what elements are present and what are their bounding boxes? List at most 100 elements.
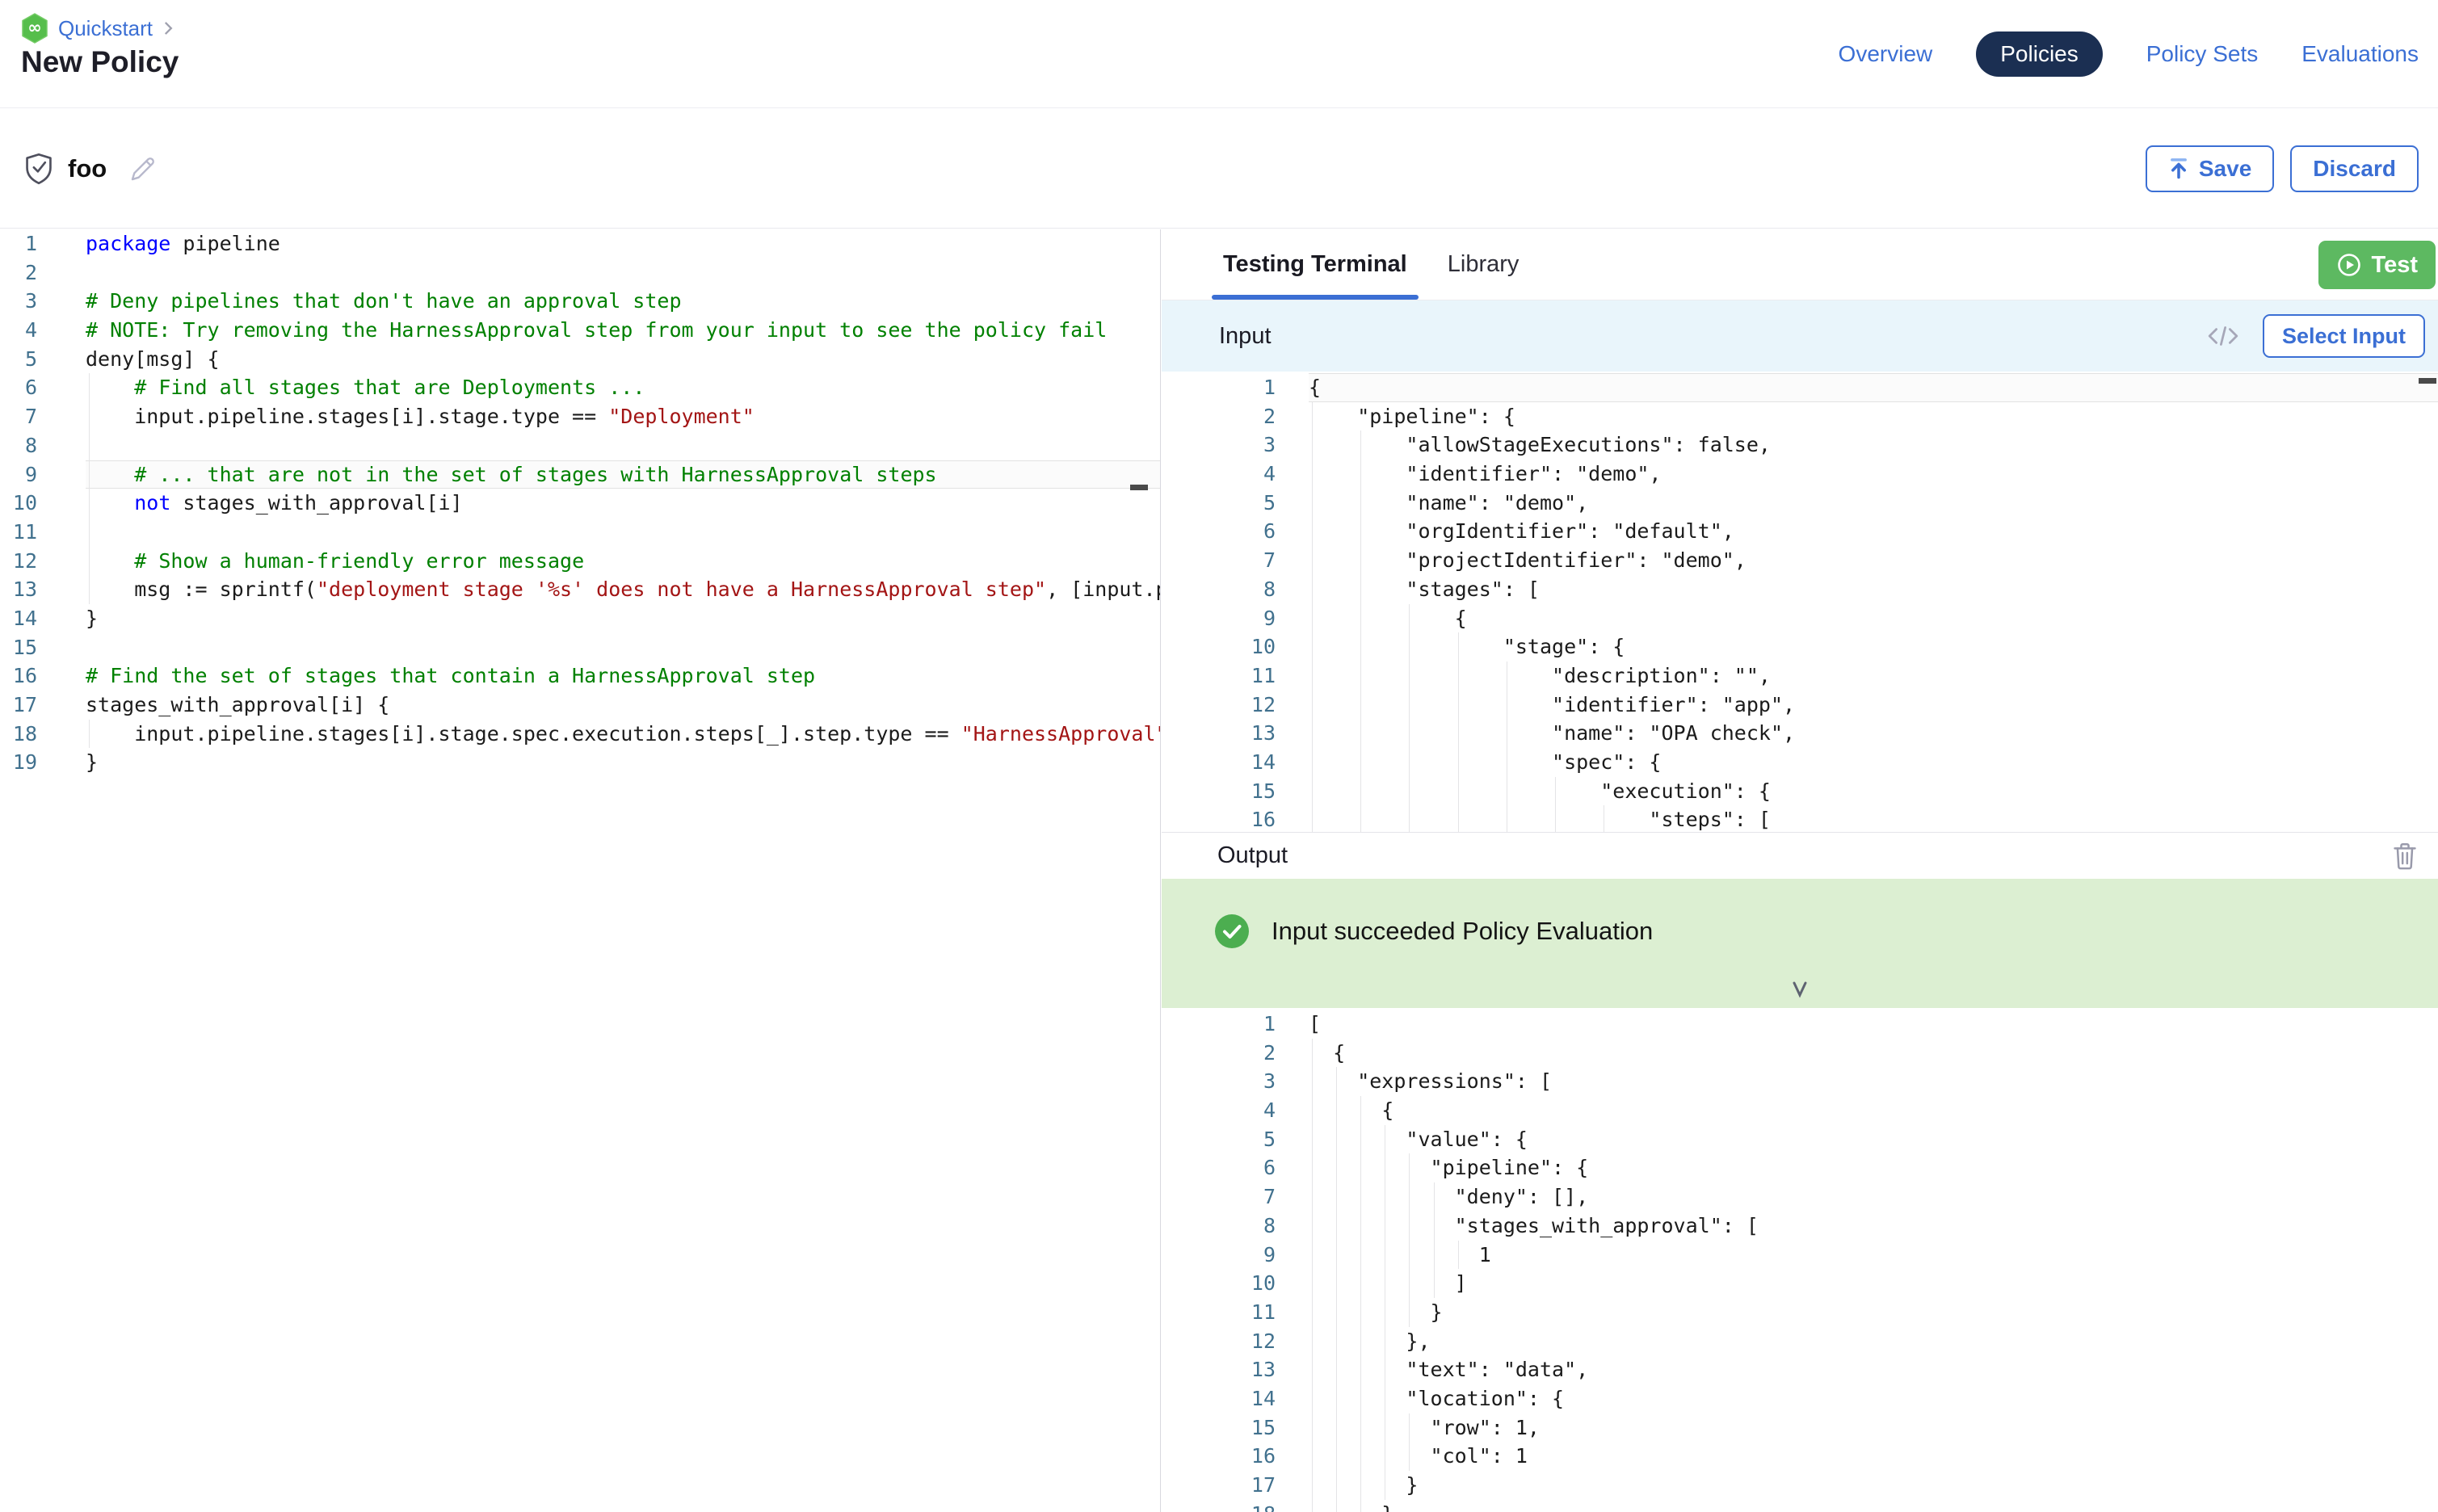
line-number: 1 <box>1162 1010 1276 1039</box>
collapse-banner-button[interactable] <box>1162 981 2438 1000</box>
code-line <box>86 633 1160 662</box>
indent-guide <box>1336 1471 1337 1500</box>
line-number: 2 <box>0 258 37 288</box>
code-line: "stages_with_approval": [ <box>1309 1212 2438 1241</box>
code-line <box>86 518 1160 547</box>
code-view-icon[interactable] <box>2206 323 2240 349</box>
main-content: 12345678910111213141516171819package pip… <box>0 229 2438 1512</box>
code-line: package pipeline <box>86 229 1160 258</box>
line-number-gutter: 12345678910111213141516171819 <box>0 229 71 777</box>
code-line: } <box>86 748 1160 777</box>
page-title: New Policy <box>21 45 179 79</box>
indent-guide <box>1312 402 1313 431</box>
indent-guide <box>1360 719 1361 748</box>
indent-guide <box>1360 632 1361 662</box>
indent-guide <box>1360 604 1361 633</box>
test-output-editor[interactable]: 123456789101112131415161718[ { "expressi… <box>1162 1008 2438 1512</box>
tab-testing-terminal[interactable]: Testing Terminal <box>1212 229 1419 300</box>
testing-terminal-pane: Testing Terminal Library Test Input Sele… <box>1162 229 2438 1512</box>
test-button[interactable]: Test <box>2318 241 2436 289</box>
indent-guide <box>89 489 90 518</box>
indent-guide <box>1312 748 1313 777</box>
save-button[interactable]: Save <box>2146 145 2274 192</box>
indent-guide <box>1360 517 1361 546</box>
select-input-button[interactable]: Select Input <box>2263 314 2425 358</box>
indent-guide <box>1434 1182 1435 1212</box>
line-number: 15 <box>1162 1413 1276 1443</box>
indent-guide <box>1312 1413 1313 1443</box>
indent-guide <box>1312 1442 1313 1471</box>
code-line: } <box>86 604 1160 633</box>
code-line: "expressions": [ <box>1309 1067 2438 1096</box>
line-number: 15 <box>1162 777 1276 806</box>
line-number: 9 <box>1162 1241 1276 1270</box>
line-number: 2 <box>1162 402 1276 431</box>
indent-guide <box>1336 1067 1337 1096</box>
code-line: "execution": { <box>1309 777 2438 806</box>
line-number: 15 <box>0 633 37 662</box>
line-number: 9 <box>0 460 37 489</box>
line-number: 16 <box>0 662 37 691</box>
indent-guide <box>1312 604 1313 633</box>
code-line: "stages": [ <box>1309 575 2438 604</box>
test-input-editor[interactable]: 12345678910111213141516{ "pipeline": { "… <box>1162 372 2438 832</box>
indent-guide <box>1458 662 1459 691</box>
indent-guide <box>1312 1039 1313 1068</box>
tab-policies[interactable]: Policies <box>1976 32 2102 77</box>
indent-guide <box>1360 575 1361 604</box>
indent-guide <box>1360 546 1361 575</box>
overview-ruler-mark <box>2419 378 2436 384</box>
code-line: input.pipeline.stages[i].stage.spec.exec… <box>86 720 1160 749</box>
code-line: } <box>1309 1500 2438 1512</box>
indent-guide <box>1336 1212 1337 1241</box>
policy-shield-icon <box>24 153 53 185</box>
indent-guide <box>1312 546 1313 575</box>
line-number: 9 <box>1162 604 1276 633</box>
tab-evaluations[interactable]: Evaluations <box>2301 32 2419 77</box>
indent-guide <box>89 402 90 431</box>
code-line: { <box>1309 373 2438 402</box>
line-number: 8 <box>1162 575 1276 604</box>
policy-editor-pane: 12345678910111213141516171819package pip… <box>0 229 1161 1512</box>
breadcrumb-project-link[interactable]: Quickstart <box>58 16 153 41</box>
indent-guide <box>1312 1500 1313 1512</box>
terminal-tabs: Testing Terminal Library Test <box>1162 229 2438 300</box>
tab-policy-sets[interactable]: Policy Sets <box>2146 32 2259 77</box>
indent-guide <box>1409 1241 1410 1270</box>
policy-code-editor[interactable]: 12345678910111213141516171819package pip… <box>0 229 1160 777</box>
edit-name-icon[interactable] <box>128 153 158 184</box>
indent-guide <box>1409 691 1410 720</box>
clear-output-button[interactable] <box>2393 842 2417 870</box>
evaluation-success-banner: Input succeeded Policy Evaluation <box>1162 879 2438 1008</box>
line-number: 4 <box>1162 460 1276 489</box>
indent-guide <box>1360 691 1361 720</box>
tab-overview[interactable]: Overview <box>1839 32 1933 77</box>
code-line: "stage": { <box>1309 632 2438 662</box>
code-line: stages_with_approval[i] { <box>86 691 1160 720</box>
line-number-gutter: 12345678910111213141516 <box>1162 373 1276 832</box>
policy-toolbar: foo Save Discard <box>0 109 2438 229</box>
line-number: 13 <box>1162 1355 1276 1384</box>
line-number: 11 <box>1162 662 1276 691</box>
indent-guide <box>1409 632 1410 662</box>
code-line: "identifier": "app", <box>1309 691 2438 720</box>
module-tabs: Overview Policies Policy Sets Evaluation… <box>1839 0 2419 108</box>
code-line: }, <box>1309 1327 2438 1356</box>
indent-guide <box>1434 1269 1435 1298</box>
indent-guide <box>1336 1153 1337 1182</box>
policy-editor-page: { "breadcrumb": { "project": "Quickstart… <box>0 0 2438 1512</box>
indent-guide <box>1312 777 1313 806</box>
line-number: 8 <box>1162 1212 1276 1241</box>
tab-library[interactable]: Library <box>1436 229 1531 300</box>
indent-guide <box>1409 1212 1410 1241</box>
code-area: { "pipeline": { "allowStageExecutions": … <box>1276 373 2438 832</box>
discard-button[interactable]: Discard <box>2290 145 2419 192</box>
indent-guide <box>1555 777 1556 806</box>
indent-guide <box>1360 1327 1361 1356</box>
indent-guide <box>89 431 90 460</box>
indent-guide <box>1360 1442 1361 1471</box>
code-line: "value": { <box>1309 1125 2438 1154</box>
code-area: package pipeline# Deny pipelines that do… <box>71 229 1160 777</box>
code-line: "description": "", <box>1309 662 2438 691</box>
code-line: "text": "data", <box>1309 1355 2438 1384</box>
